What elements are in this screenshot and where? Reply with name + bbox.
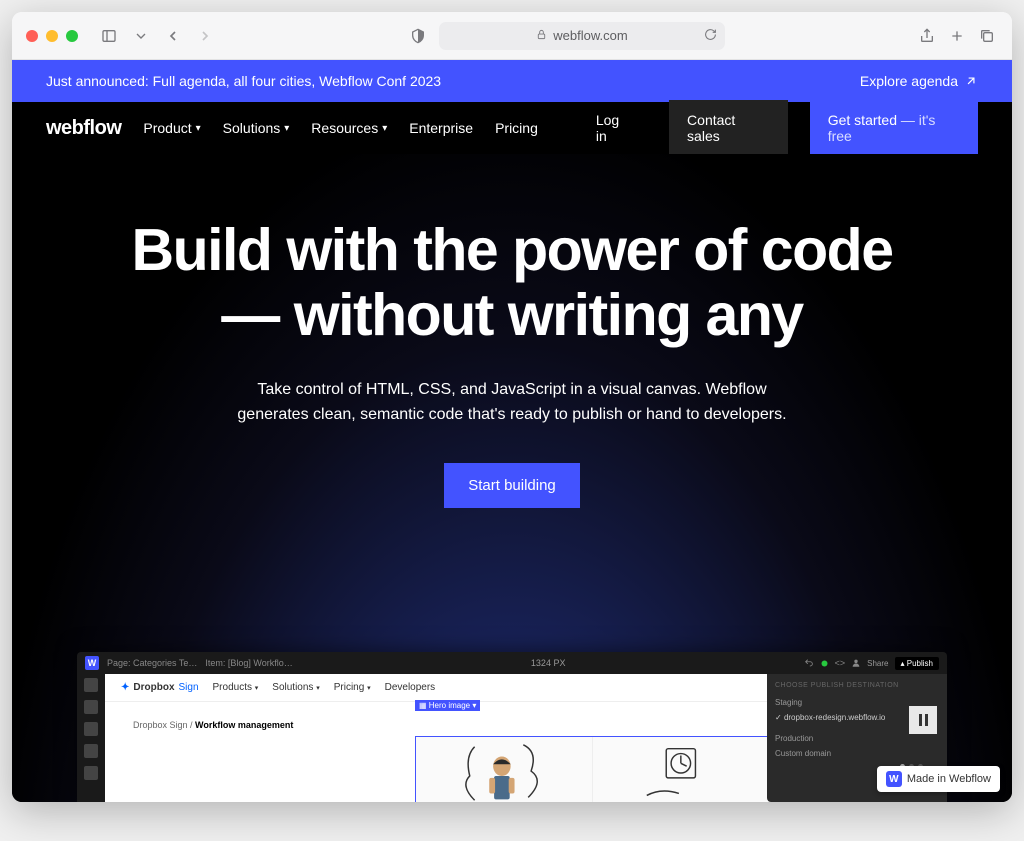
canvas-nav-item[interactable]: Products ▾ — [213, 682, 259, 693]
hero-subtitle: Take control of HTML, CSS, and JavaScrip… — [232, 378, 792, 428]
shield-icon[interactable] — [407, 25, 429, 47]
person-icon[interactable] — [851, 658, 861, 668]
hero-title: Build with the power of code — without w… — [102, 218, 922, 348]
breadcrumb-prefix: Dropbox Sign / — [133, 720, 195, 730]
dropdown-heading: CHOOSE PUBLISH DESTINATION — [775, 682, 939, 689]
lock-icon — [536, 29, 547, 43]
nav-solutions[interactable]: Solutions▾ — [223, 120, 290, 136]
canvas-nav-item[interactable]: Solutions ▾ — [272, 682, 319, 693]
undo-icon[interactable] — [804, 658, 814, 668]
editor-tool-icon[interactable] — [84, 700, 98, 714]
editor-publish-button[interactable]: ▴ Publish — [895, 657, 940, 670]
new-tab-icon[interactable] — [946, 25, 968, 47]
browser-window: webflow.com Just announced: Full agenda,… — [12, 12, 1012, 802]
nav-text: Solutions — [272, 682, 313, 693]
nav-product[interactable]: Product ▾ — [143, 120, 200, 136]
dropdown-item[interactable]: Custom domain — [775, 746, 939, 761]
nav-text: Pricing — [334, 682, 365, 693]
url-bar[interactable]: webflow.com — [439, 22, 724, 50]
forward-button-icon[interactable] — [194, 25, 216, 47]
editor-code-icon[interactable]: <> — [835, 658, 846, 668]
webflow-badge-icon: W — [886, 771, 902, 787]
traffic-lights — [26, 30, 78, 42]
announcement-cta[interactable]: Explore agenda — [860, 73, 978, 89]
editor-tool-icon[interactable] — [84, 766, 98, 780]
chevron-down-icon: ▾ — [196, 123, 201, 134]
illustration-panel — [593, 737, 770, 802]
close-window-icon[interactable] — [26, 30, 38, 42]
hero-section: Build with the power of code — without w… — [12, 154, 1012, 802]
editor-share[interactable]: Share — [867, 659, 888, 668]
nav-label: Solutions — [223, 120, 281, 136]
editor-tool-icon[interactable] — [84, 678, 98, 692]
made-in-webflow-badge[interactable]: W Made in Webflow — [877, 766, 1000, 792]
chevron-down-icon: ▾ — [382, 123, 387, 134]
cta-label: Get started — [828, 112, 897, 128]
nav-pricing[interactable]: Pricing — [495, 120, 538, 136]
editor-sidebar — [77, 674, 105, 802]
browser-chrome: webflow.com — [12, 12, 1012, 60]
start-building-button[interactable]: Start building — [444, 463, 580, 508]
publish-label: Publish — [907, 659, 933, 668]
nav-text: Products — [213, 682, 252, 693]
url-text: webflow.com — [553, 28, 627, 43]
breadcrumb-current: Workflow management — [195, 720, 293, 730]
refresh-icon[interactable] — [704, 28, 717, 44]
brand-suffix: Sign — [179, 682, 199, 693]
editor-tool-icon[interactable] — [84, 744, 98, 758]
canvas-nav-item[interactable]: Pricing ▾ — [334, 682, 371, 693]
chevron-down-icon: ▾ — [255, 685, 259, 692]
login-button[interactable]: Log in — [582, 102, 647, 154]
label-text: Hero image — [429, 701, 470, 710]
get-started-button[interactable]: Get started — it's free — [810, 100, 978, 156]
brand-text: Dropbox — [133, 682, 174, 693]
minimize-window-icon[interactable] — [46, 30, 58, 42]
canvas-brand[interactable]: ✦ Dropbox Sign — [121, 682, 199, 693]
editor-breakpoint[interactable]: 1324 PX — [531, 658, 566, 668]
element-selection-label[interactable]: ▦ Hero image ▾ — [415, 700, 480, 711]
sidebar-toggle-icon[interactable] — [98, 25, 120, 47]
editor-topbar: W Page: Categories Te… Item: [Blog] Work… — [77, 652, 947, 674]
illustration-panel — [416, 737, 593, 802]
dropbox-icon: ✦ — [121, 682, 129, 693]
arrow-up-right-icon — [964, 74, 978, 88]
editor-preview: W Page: Categories Te… Item: [Blog] Work… — [77, 652, 947, 802]
webflow-logo-icon[interactable]: W — [85, 656, 99, 670]
maximize-window-icon[interactable] — [66, 30, 78, 42]
announcement-text: Just announced: Full agenda, all four ci… — [46, 73, 441, 89]
editor-item-label[interactable]: Item: [Blog] Workflo… — [205, 658, 292, 668]
badge-text: Made in Webflow — [907, 773, 991, 785]
editor-page-label[interactable]: Page: Categories Te… — [107, 658, 197, 668]
main-nav: webflow Product▾ Solutions▾ Resources▾ E… — [12, 102, 1012, 154]
canvas-nav-item[interactable]: Developers — [385, 682, 436, 693]
chevron-down-icon[interactable] — [130, 25, 152, 47]
chevron-down-icon: ▾ — [284, 123, 289, 134]
logo[interactable]: webflow — [46, 117, 121, 140]
share-icon[interactable] — [916, 25, 938, 47]
announcement-cta-label: Explore agenda — [860, 73, 958, 89]
chevron-down-icon: ▾ — [316, 685, 320, 692]
nav-enterprise[interactable]: Enterprise — [409, 120, 473, 136]
nav-resources[interactable]: Resources ▾ — [311, 120, 387, 136]
tabs-icon[interactable] — [976, 25, 998, 47]
editor-tool-icon[interactable] — [84, 722, 98, 736]
nav-label: Product — [143, 120, 191, 136]
chevron-down-icon: ▾ — [367, 685, 371, 692]
item-text: dropbox-redesign.webflow.io — [784, 713, 885, 722]
nav-label: Resources — [311, 120, 378, 136]
contact-sales-button[interactable]: Contact sales — [669, 100, 788, 156]
announcement-banner[interactable]: Just announced: Full agenda, all four ci… — [12, 60, 1012, 102]
pause-button[interactable] — [909, 706, 937, 734]
status-dot-icon — [820, 659, 829, 668]
back-button-icon[interactable] — [162, 25, 184, 47]
page-viewport: Just announced: Full agenda, all four ci… — [12, 60, 1012, 802]
